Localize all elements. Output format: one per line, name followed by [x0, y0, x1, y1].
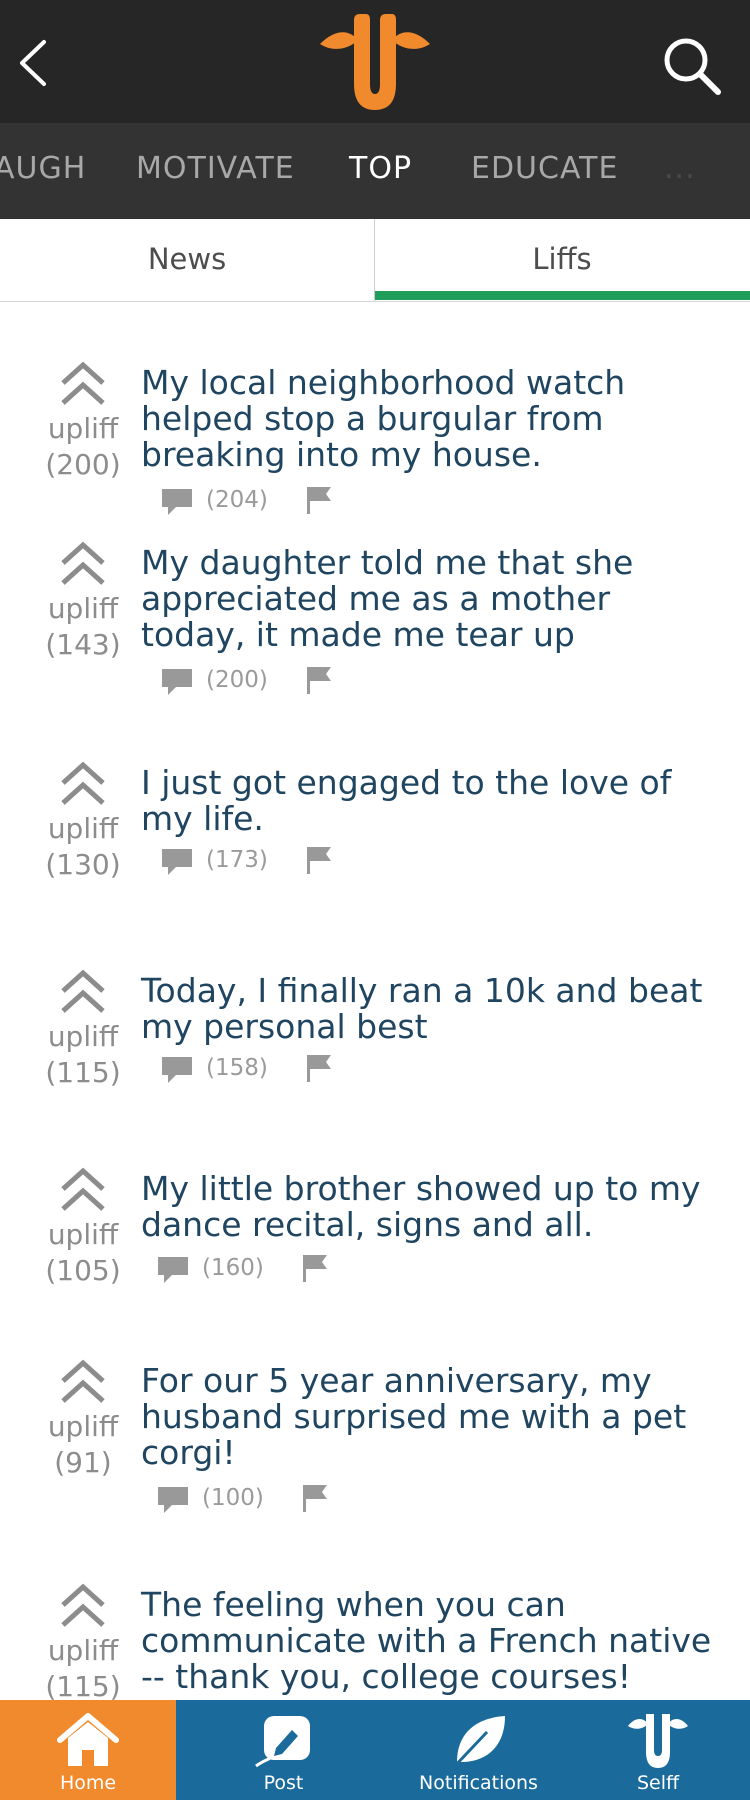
upliff-vote[interactable]: upliff (115): [40, 969, 126, 1091]
liff-feed: upliff (200) My local neighborhood watch…: [0, 301, 750, 1700]
nav-notifications[interactable]: Notifications: [391, 1700, 566, 1800]
comment-count: (158): [206, 1055, 268, 1081]
nav-notifications-label: Notifications: [419, 1772, 538, 1794]
post-text[interactable]: Today, I finally ran a 10k and beat my p…: [141, 973, 721, 1045]
comment-icon[interactable]: [160, 667, 194, 697]
feed-segment: News Liffs: [0, 219, 750, 302]
double-chevron-up-icon[interactable]: [57, 1359, 109, 1407]
comment-icon[interactable]: [160, 487, 194, 517]
upliff-count: (143): [45, 628, 121, 661]
post-text[interactable]: My daughter told me that she appreciated…: [141, 545, 721, 653]
upliff-label: upliff: [47, 592, 119, 625]
upliff-label: upliff: [47, 1634, 119, 1667]
double-chevron-up-icon[interactable]: [57, 761, 109, 809]
upliff-count: (200): [45, 448, 121, 481]
chevron-left-icon[interactable]: [14, 38, 54, 88]
nav-post-label: Post: [263, 1772, 304, 1794]
nav-self[interactable]: Selff: [566, 1700, 750, 1800]
upliff-count: (130): [45, 848, 121, 881]
upliff-vote[interactable]: upliff (130): [40, 761, 126, 883]
app-bar: [0, 0, 750, 123]
double-chevron-up-icon[interactable]: [57, 1167, 109, 1215]
post-text[interactable]: My local neighborhood watch helped stop …: [141, 365, 721, 473]
search-icon[interactable]: [660, 34, 722, 96]
tab-news[interactable]: News: [0, 219, 375, 301]
post-text[interactable]: For our 5 year anniversary, my husband s…: [141, 1363, 721, 1471]
double-chevron-up-icon[interactable]: [57, 1583, 109, 1631]
active-tab-indicator: [375, 291, 750, 300]
category-tabs: AUGH MOTIVATE TOP EDUCATE ...: [0, 123, 750, 219]
comment-icon[interactable]: [156, 1485, 190, 1515]
nav-home-label: Home: [59, 1772, 117, 1794]
upliff-vote[interactable]: upliff (105): [40, 1167, 126, 1289]
double-chevron-up-icon[interactable]: [57, 541, 109, 589]
upliff-count: (115): [45, 1670, 121, 1700]
upliff-vote[interactable]: upliff (200): [40, 361, 126, 483]
tab-educate[interactable]: EDUCATE: [471, 151, 618, 186]
comment-count: (100): [202, 1485, 264, 1511]
upliff-label: upliff: [47, 1020, 119, 1053]
flag-icon[interactable]: [301, 1483, 329, 1513]
upliff-label: upliff: [47, 1218, 119, 1251]
nav-post[interactable]: Post: [176, 1700, 391, 1800]
flag-icon[interactable]: [305, 845, 333, 875]
tab-more[interactable]: ...: [664, 151, 696, 186]
comment-icon[interactable]: [160, 1055, 194, 1085]
upliff-label: upliff: [47, 412, 119, 445]
upliff-count: (115): [45, 1056, 121, 1089]
tab-top[interactable]: TOP: [349, 151, 412, 186]
comment-icon[interactable]: [160, 847, 194, 877]
giraffe-icon: [628, 1714, 688, 1768]
upliff-count: (105): [45, 1254, 121, 1287]
tab-liffs[interactable]: Liffs: [375, 219, 749, 301]
flag-icon[interactable]: [305, 665, 333, 695]
home-icon: [57, 1713, 119, 1766]
comment-count: (160): [202, 1255, 264, 1281]
leaf-icon: [451, 1716, 505, 1770]
nav-home[interactable]: Home: [0, 1700, 176, 1800]
upliff-label: upliff: [47, 1410, 119, 1443]
tab-laugh[interactable]: AUGH: [0, 151, 86, 186]
upliff-vote[interactable]: upliff (91): [40, 1359, 126, 1481]
upliff-vote[interactable]: upliff (115): [40, 1583, 126, 1700]
upliff-label: upliff: [47, 812, 119, 845]
giraffe-logo-icon[interactable]: [318, 14, 432, 110]
comment-count: (204): [206, 487, 268, 513]
tab-motivate[interactable]: MOTIVATE: [136, 151, 295, 186]
bottom-nav: Home Post Notifications Selff: [0, 1700, 750, 1800]
nav-self-label: Selff: [636, 1772, 680, 1794]
upliff-count: (91): [54, 1446, 112, 1479]
double-chevron-up-icon[interactable]: [57, 361, 109, 409]
flag-icon[interactable]: [305, 485, 333, 515]
post-text[interactable]: My little brother showed up to my dance …: [141, 1171, 721, 1243]
post-text[interactable]: The feeling when you can communicate wit…: [141, 1587, 721, 1695]
comment-count: (200): [206, 667, 268, 693]
upliff-vote[interactable]: upliff (143): [40, 541, 126, 663]
comment-icon[interactable]: [156, 1255, 190, 1285]
flag-icon[interactable]: [301, 1253, 329, 1283]
double-chevron-up-icon[interactable]: [57, 969, 109, 1017]
comment-count: (173): [206, 847, 268, 873]
post-text[interactable]: I just got engaged to the love of my lif…: [141, 765, 721, 837]
flag-icon[interactable]: [305, 1053, 333, 1083]
compose-icon: [254, 1716, 310, 1768]
